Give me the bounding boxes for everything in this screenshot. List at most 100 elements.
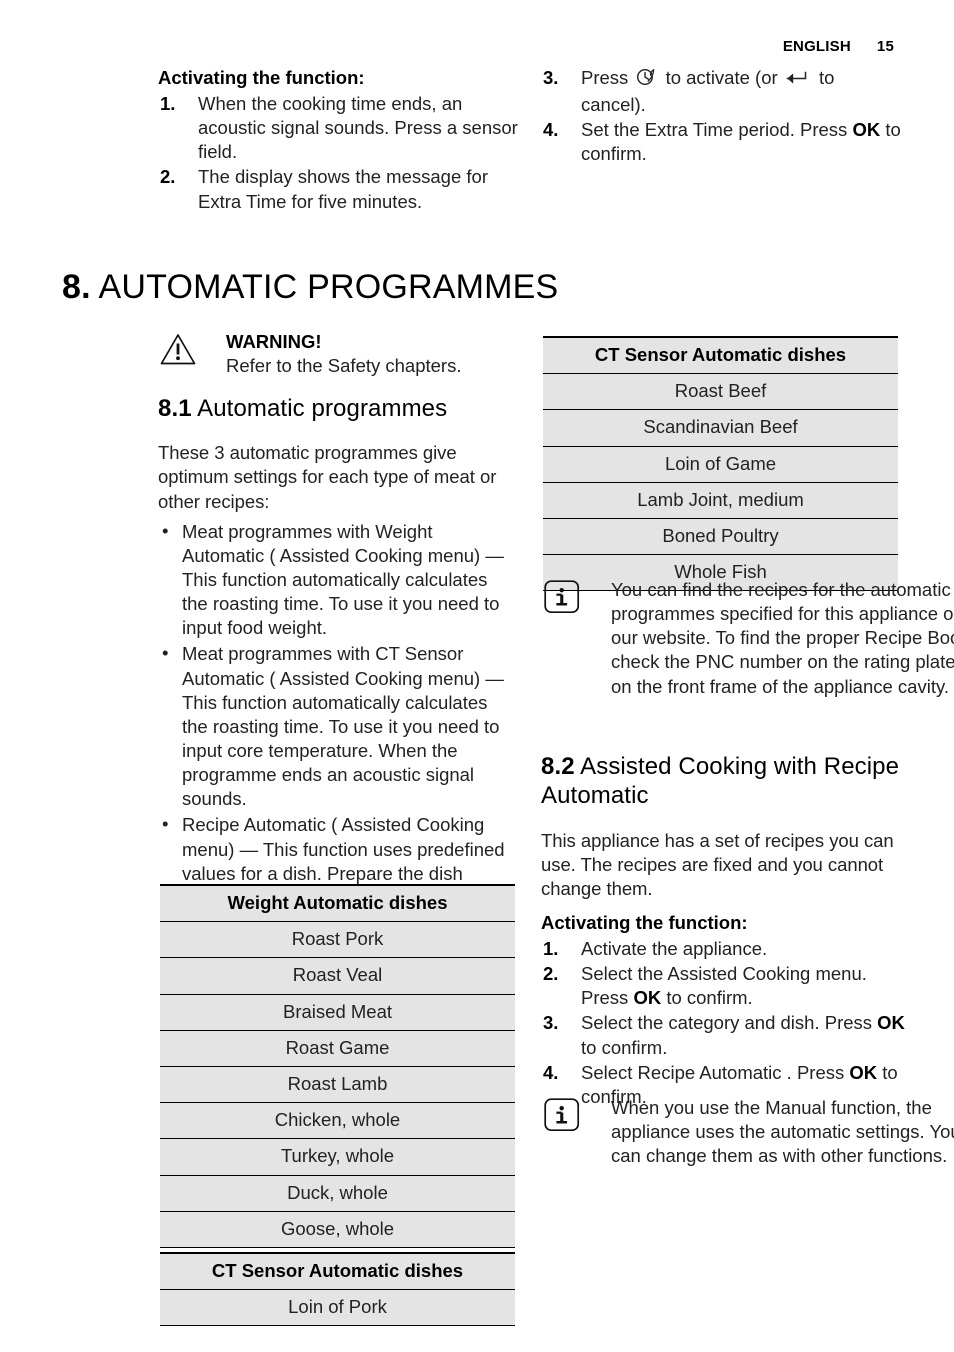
- table-cell: Turkey, whole: [160, 1138, 515, 1175]
- table-cell: Loin of Pork: [160, 1289, 515, 1327]
- table-row: Roast Beef: [543, 373, 898, 410]
- step-number: 3.: [543, 67, 559, 88]
- step-text-before: Select the category and dish. Press: [581, 1012, 873, 1034]
- list-item: • Meat programmes with CT Sensor Automat…: [158, 642, 518, 811]
- table-cell: Chicken, whole: [160, 1102, 515, 1139]
- table-row: Roast Veal: [160, 957, 515, 995]
- table-header-row: CT Sensor Automatic dishes: [543, 336, 898, 374]
- section-8-1: 8.1 Automatic programmes These 3 automat…: [158, 394, 518, 912]
- table-cell: Duck, whole: [160, 1174, 515, 1212]
- list-item: 1. When the cooking time ends, an acoust…: [158, 92, 518, 164]
- step-text-after: to confirm.: [666, 987, 753, 1009]
- table-row: Chicken, whole: [160, 1102, 515, 1139]
- table-row: Turkey, whole: [160, 1138, 515, 1175]
- list-item: 1. Activate the appliance.: [541, 937, 906, 961]
- warning-text: Refer to the Safety chapters.: [226, 355, 462, 377]
- table-cell: Boned Poultry: [543, 517, 898, 555]
- ok-keyword: OK: [852, 119, 881, 141]
- step-number: 4.: [543, 119, 559, 141]
- table-cell: Loin of Game: [543, 445, 898, 483]
- header-page-number: 15: [876, 38, 894, 55]
- weight-automatic-table-wrapper: Weight Automatic dishes Roast Pork Roast…: [160, 884, 515, 1327]
- bullet-icon: •: [162, 642, 169, 664]
- right-steps-list: 3. Press to activate (or to cancel). 4. …: [541, 66, 901, 167]
- step-text-before: Press: [581, 67, 629, 88]
- table-row: Duck, whole: [160, 1174, 515, 1212]
- clock-timer-icon: [636, 67, 657, 93]
- info-icon: [543, 1097, 585, 1135]
- list-item: 3. Press to activate (or to cancel).: [541, 66, 901, 117]
- section-8-2-heading: 8.2 Assisted Cooking with Recipe Automat…: [541, 752, 906, 811]
- table-header-cell: CT Sensor Automatic dishes: [160, 1251, 515, 1290]
- step-text-before: Select Recipe Automatic . Press: [581, 1061, 845, 1083]
- table-cell: Scandinavian Beef: [543, 409, 898, 447]
- recipes-note-text: You can find the recipes for the automat…: [611, 579, 954, 697]
- step-number: 1.: [160, 93, 176, 115]
- table-cell: Goose, whole: [160, 1210, 515, 1248]
- table-row: Scandinavian Beef: [543, 409, 898, 447]
- section-8-2-title: Assisted Cooking with Recipe Automatic: [541, 753, 900, 810]
- section-8-2-number: 8.2: [541, 753, 575, 780]
- table-row: Roast Game: [160, 1029, 515, 1067]
- ct-sensor-table-wrapper: CT Sensor Automatic dishes Roast Beef Sc…: [543, 336, 898, 592]
- chapter-title: 8. AUTOMATIC PROGRAMMES: [62, 268, 558, 307]
- table-row: Lamb Joint, medium: [543, 481, 898, 519]
- table-cell: Braised Meat: [160, 993, 515, 1031]
- step-text-after: to confirm.: [581, 1036, 668, 1058]
- warning-note: WARNING! Refer to the Safety chapters.: [158, 330, 586, 378]
- step-text-mid: to activate (or: [665, 67, 778, 88]
- chapter-number: 8.: [62, 268, 91, 306]
- ok-keyword: OK: [877, 1012, 905, 1034]
- left-steps-list: 1. When the cooking time ends, an acoust…: [158, 92, 518, 214]
- recipes-note: You can find the recipes for the automat…: [543, 578, 954, 699]
- right-column-top: 3. Press to activate (or to cancel). 4. …: [541, 66, 901, 168]
- table-cell: Roast Veal: [160, 957, 515, 995]
- section-8-1-heading: 8.1 Automatic programmes: [158, 394, 518, 423]
- step-text-before: Set the Extra Time period. Press: [581, 119, 848, 141]
- step-text: The display shows the message for Extra …: [198, 166, 488, 212]
- step-text: Activate the appliance.: [581, 938, 768, 959]
- table-cell: Roast Lamb: [160, 1065, 515, 1103]
- manual-note-text: When you use the Manual function, the ap…: [611, 1097, 954, 1167]
- list-item: 3. Select the category and dish. Press O…: [541, 1011, 906, 1059]
- bullet-icon: •: [162, 519, 169, 541]
- table-row: Boned Poultry: [543, 517, 898, 555]
- table-header-row: Weight Automatic dishes: [160, 884, 515, 922]
- bullet-icon: •: [162, 813, 169, 835]
- return-arrow-icon: [786, 68, 811, 92]
- table-cell: Roast Pork: [160, 921, 515, 958]
- table-header-cell: Weight Automatic dishes: [160, 884, 515, 922]
- list-item: 2. The display shows the message for Ext…: [158, 165, 518, 213]
- table-cell: Lamb Joint, medium: [543, 481, 898, 519]
- step-number: 3.: [543, 1012, 559, 1034]
- running-header: ENGLISH 15: [0, 38, 894, 55]
- bullet-text: Meat programmes with Weight Automatic ( …: [182, 520, 504, 639]
- table-row: Loin of Pork: [160, 1289, 515, 1327]
- document-page: ENGLISH 15 Activating the function: 1. Wh…: [0, 0, 954, 1352]
- table-cell: Roast Game: [160, 1029, 515, 1067]
- table-row: Roast Lamb: [160, 1065, 515, 1103]
- activating-function-heading: Activating the function:: [158, 67, 365, 88]
- list-item: 4. Set the Extra Time period. Press OK t…: [541, 118, 901, 166]
- table-header-row: CT Sensor Automatic dishes: [160, 1251, 515, 1290]
- table-row: Goose, whole: [160, 1210, 515, 1248]
- list-item: 2. Select the Assisted Cooking menu. Pre…: [541, 962, 906, 1010]
- manual-note: When you use the Manual function, the ap…: [543, 1096, 954, 1168]
- table-header-cell: CT Sensor Automatic dishes: [543, 336, 898, 374]
- ct-sensor-dishes-table-right: CT Sensor Automatic dishes Roast Beef Sc…: [543, 336, 898, 592]
- weight-automatic-dishes-table: Weight Automatic dishes Roast Pork Roast…: [160, 884, 515, 1248]
- ct-sensor-dishes-table-left: CT Sensor Automatic dishes Loin of Pork: [160, 1251, 515, 1327]
- step-number: 2.: [160, 166, 176, 188]
- warning-triangle-icon: [158, 331, 200, 369]
- left-column-top: Activating the function: 1. When the coo…: [158, 66, 518, 215]
- section-8-1-number: 8.1: [158, 395, 192, 422]
- bullet-text: Meat programmes with CT Sensor Automatic…: [182, 643, 504, 810]
- step-number: 1.: [543, 938, 559, 959]
- list-item: • Meat programmes with Weight Automatic …: [158, 520, 518, 641]
- chapter-title-text: AUTOMATIC PROGRAMMES: [98, 268, 559, 306]
- step-number: 2.: [543, 963, 559, 985]
- section-8-1-intro: These 3 automatic programmes give optimu…: [158, 442, 497, 512]
- step-number: 4.: [543, 1061, 559, 1083]
- warning-title: WARNING!: [226, 331, 322, 352]
- header-language: ENGLISH: [782, 38, 851, 55]
